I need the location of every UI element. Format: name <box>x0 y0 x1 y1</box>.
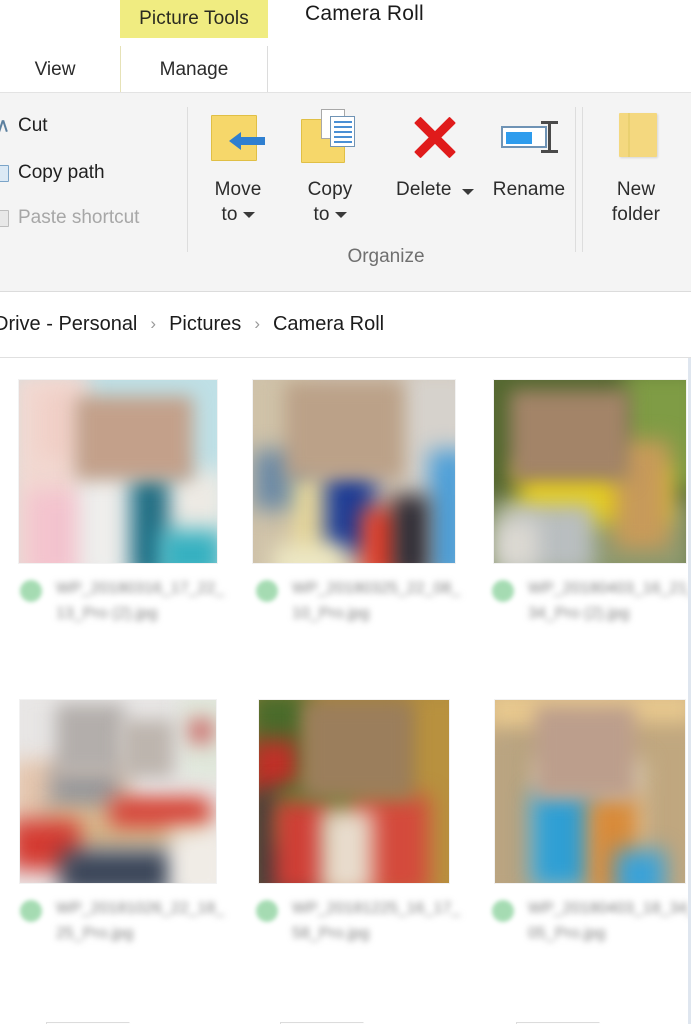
chevron-down-icon[interactable] <box>242 211 255 218</box>
window-title: Camera Roll <box>305 2 424 25</box>
file-name[interactable]: WP_20180403_18_34_05_Pro.jpg <box>528 896 691 946</box>
onedrive-sync-badge-icon <box>492 580 514 602</box>
delete-icon <box>402 105 468 171</box>
file-name[interactable]: WP_20181026_22_18_25_Pro.jpg <box>56 896 228 946</box>
photo-thumbnail[interactable] <box>20 699 216 883</box>
group-divider <box>187 107 188 252</box>
file-item[interactable]: WP_20180403_18_34_05_Pro.jpg <box>474 686 691 946</box>
onedrive-sync-badge-icon <box>20 900 42 922</box>
copy-path-icon <box>0 165 9 182</box>
file-item[interactable]: WP_20180325_22_08_10_Pro.jpg <box>238 366 470 626</box>
file-meta: WP_20180316_17_22_13_Pro (2).jpg <box>2 576 234 626</box>
breadcrumb: Drive - Personal › Pictures › Camera Rol… <box>0 313 386 336</box>
cut-label: Cut <box>18 115 48 136</box>
blue-left-arrow-icon <box>229 132 265 150</box>
onedrive-sync-badge-icon <box>20 580 42 602</box>
thumbnail-container <box>474 686 691 896</box>
delete-button[interactable]: Delete <box>387 105 483 202</box>
photo-thumbnail[interactable] <box>253 379 455 563</box>
file-list-view[interactable]: WP_20180316_17_22_13_Pro (2).jpg WP_2018… <box>0 358 691 1024</box>
move-to-caption: Move to <box>214 179 262 225</box>
cut-button[interactable]: Cut <box>0 115 48 137</box>
organize-group-label: Organize <box>347 246 425 267</box>
ribbon: Cut Copy path Paste shortcut Move to Cop… <box>0 93 691 292</box>
tab-view[interactable]: View <box>12 46 98 93</box>
onedrive-sync-badge-icon <box>492 900 514 922</box>
tab-manage[interactable]: Manage <box>120 46 268 93</box>
move-to-button[interactable]: Move to <box>190 105 286 227</box>
address-bar[interactable]: Drive - Personal › Pictures › Camera Rol… <box>0 292 691 358</box>
file-row: WP_20181026_22_18_25_Pro.jpg WP_20181225… <box>0 686 691 1006</box>
breadcrumb-item-drive-personal[interactable]: Drive - Personal <box>0 313 139 336</box>
breadcrumb-item-pictures[interactable]: Pictures <box>167 313 243 336</box>
rename-icon <box>496 105 562 171</box>
ribbon-group-new: New folder <box>584 93 691 292</box>
file-item[interactable]: WP_20180316_17_22_13_Pro (2).jpg <box>2 366 234 626</box>
copy-to-button[interactable]: Copy to <box>282 105 378 227</box>
file-row-partial <box>0 1006 691 1024</box>
scissors-icon <box>0 117 9 136</box>
photo-thumbnail[interactable] <box>19 379 217 563</box>
new-folder-caption: New folder <box>611 179 661 225</box>
photo-thumbnail[interactable] <box>495 699 685 883</box>
file-item[interactable]: WP_20181225_16_17_58_Pro.jpg <box>238 686 470 946</box>
rename-caption: Rename <box>492 179 566 200</box>
file-meta: WP_20181225_16_17_58_Pro.jpg <box>238 896 470 946</box>
paste-shortcut-icon <box>0 210 9 227</box>
thumbnail-container <box>2 366 234 576</box>
file-item[interactable]: WP_20181026_22_18_25_Pro.jpg <box>2 686 234 946</box>
move-to-icon <box>205 105 271 171</box>
ribbon-group-clipboard: Cut Copy path Paste shortcut <box>0 93 186 263</box>
chevron-down-icon[interactable] <box>461 188 474 195</box>
onedrive-sync-badge-icon <box>256 580 278 602</box>
file-meta: WP_20181026_22_18_25_Pro.jpg <box>2 896 234 946</box>
copy-to-caption: Copy to <box>307 179 353 225</box>
thumbnail-container <box>238 366 470 576</box>
file-row: WP_20180316_17_22_13_Pro (2).jpg WP_2018… <box>0 366 691 686</box>
new-folder-icon <box>603 105 669 171</box>
file-name[interactable]: WP_20180403_16_21_34_Pro (2).jpg <box>528 576 691 626</box>
ribbon-group-organize: Move to Copy to Delete Rename Organize <box>190 93 582 292</box>
rename-button[interactable]: Rename <box>481 105 577 202</box>
copy-path-label: Copy path <box>18 162 105 183</box>
photo-thumbnail[interactable] <box>494 379 686 563</box>
file-meta: WP_20180325_22_08_10_Pro.jpg <box>238 576 470 626</box>
ribbon-tab-row: View Manage <box>0 46 691 93</box>
group-divider <box>582 107 583 252</box>
breadcrumb-item-camera-roll[interactable]: Camera Roll <box>271 313 386 336</box>
breadcrumb-separator-icon[interactable]: › <box>139 314 167 334</box>
file-name[interactable]: WP_20180325_22_08_10_Pro.jpg <box>292 576 464 626</box>
file-item[interactable]: WP_20180403_16_21_34_Pro (2).jpg <box>474 366 691 626</box>
file-meta: WP_20180403_16_21_34_Pro (2).jpg <box>474 576 691 626</box>
delete-caption: Delete <box>396 177 474 202</box>
thumbnail-container <box>474 366 691 576</box>
file-meta: WP_20180403_18_34_05_Pro.jpg <box>474 896 691 946</box>
paste-shortcut-label: Paste shortcut <box>18 207 140 228</box>
title-bar: Picture Tools Camera Roll <box>0 0 691 46</box>
copy-path-button[interactable]: Copy path <box>0 162 105 184</box>
copy-to-icon <box>297 105 363 171</box>
paste-shortcut-button: Paste shortcut <box>0 207 139 229</box>
photo-thumbnail[interactable] <box>259 699 449 883</box>
file-name[interactable]: WP_20180316_17_22_13_Pro (2).jpg <box>56 576 228 626</box>
file-name[interactable]: WP_20181225_16_17_58_Pro.jpg <box>292 896 464 946</box>
contextual-tab-group-picture-tools[interactable]: Picture Tools <box>120 0 268 38</box>
onedrive-sync-badge-icon <box>256 900 278 922</box>
chevron-down-icon[interactable] <box>334 211 347 218</box>
thumbnail-container <box>238 686 470 896</box>
new-folder-button[interactable]: New folder <box>588 105 684 227</box>
thumbnail-container <box>2 686 234 896</box>
breadcrumb-separator-icon[interactable]: › <box>243 314 271 334</box>
